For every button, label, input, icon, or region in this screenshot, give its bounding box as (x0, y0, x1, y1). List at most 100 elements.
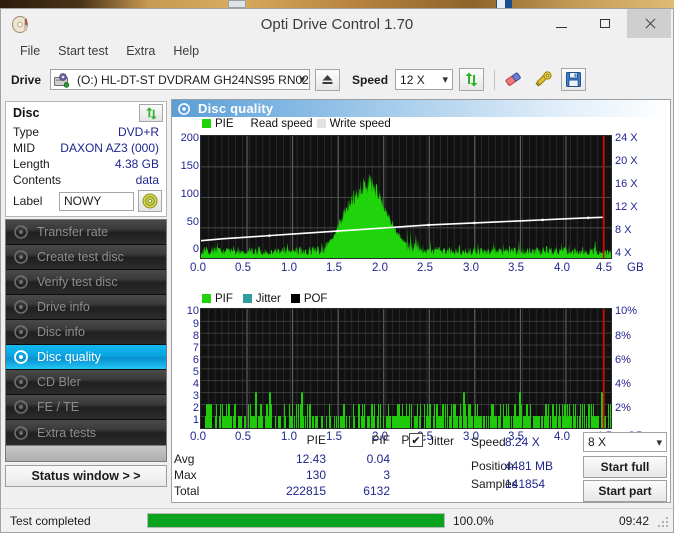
resize-grip[interactable] (658, 517, 669, 528)
disc-icon (14, 425, 30, 440)
legend-label-jitter: Jitter (255, 292, 281, 305)
disc-refresh-button[interactable] (139, 104, 163, 122)
close-icon (644, 18, 655, 29)
minimize-button[interactable] (539, 9, 583, 38)
cd-icon (142, 193, 158, 209)
stats-row-total: Total (174, 484, 200, 498)
nav-list: Transfer rate Create test disc Verify te… (5, 219, 167, 446)
pie-xtick-2: 1.0 (281, 262, 297, 274)
chevron-down-icon: ▾ (442, 74, 449, 86)
disc-row-key: Length (13, 157, 50, 171)
stats-pif-max: 3 (383, 468, 390, 482)
legend-label-pie: PIE (215, 117, 234, 130)
legend-label-pif: PIF (215, 292, 233, 305)
disc-icon (14, 275, 30, 289)
sidebar-item-extra-tests[interactable]: Extra tests (6, 420, 166, 445)
legend-label-write-speed: Write speed (329, 117, 391, 130)
erase-button[interactable] (501, 68, 525, 91)
disc-label-input[interactable]: NOWY (59, 191, 134, 211)
sidebar-item-label: Drive info (37, 300, 90, 314)
start-part-button[interactable]: Start part (583, 480, 667, 502)
start-full-button[interactable]: Start full (583, 456, 667, 478)
pie-ytick-50: 50 (186, 216, 199, 228)
sidebar-item-label: Disc info (37, 325, 85, 339)
stats-row-avg: Avg (174, 452, 195, 466)
disc-label-button[interactable] (138, 190, 162, 212)
stats-pie-avg: 12.43 (295, 452, 326, 466)
sidebar-item-disc-quality[interactable]: Disc quality (6, 345, 166, 370)
disc-row-mid: MID DAXON AZ3 (000) (6, 140, 166, 156)
tools-icon (535, 71, 552, 87)
nav-list-footer (5, 446, 167, 462)
disc-info-panel: Disc Type DVD+R MID DAXON AZ3 (000) Leng… (5, 101, 167, 217)
pie-xtick-8: 4.0 (554, 262, 570, 274)
pie-ytick-200: 200 (180, 132, 199, 144)
drive-icon (54, 73, 70, 88)
pie-xtick-1: 0.5 (235, 262, 251, 274)
menu-item-start-test[interactable]: Start test (49, 42, 117, 60)
disc-row-value: DVD+R (117, 125, 159, 139)
sidebar-item-fe-te[interactable]: FE / TE (6, 395, 166, 420)
sidebar-item-transfer-rate[interactable]: Transfer rate (6, 220, 166, 245)
disc-row-value: data (135, 173, 159, 187)
sidebar-item-disc-info[interactable]: Disc info (6, 320, 166, 345)
disc-row-key: MID (13, 141, 35, 155)
stats-speed-value: 8.24 X (505, 435, 540, 449)
elapsed-time: 09:42 (618, 513, 649, 528)
pie-xtick-0: 0.0 (190, 262, 206, 274)
maximize-button[interactable] (583, 9, 627, 38)
disc-icon (14, 400, 30, 414)
tools-button[interactable] (531, 68, 555, 91)
pie-y2tick-8x: 8 X (615, 224, 632, 236)
disc-label-key: Label (13, 194, 43, 208)
disc-row-value: DAXON AZ3 (000) (60, 141, 159, 155)
status-text: Test completed (10, 513, 91, 528)
disc-row-type: Type DVD+R (6, 124, 166, 140)
refresh-icon (465, 72, 478, 87)
drive-select[interactable]: (O:) HL-DT-ST DVDRAM GH24NS95 RN02 ▾ (50, 69, 311, 90)
pif-chart: PIF Jitter POF 10 9 8 7 6 5 4 3 2 1 10% … (172, 292, 670, 447)
refresh-icon (145, 106, 157, 120)
pie-ytick-0: 0 (192, 243, 199, 255)
chevron-down-icon: ▾ (656, 437, 662, 449)
pie-plot-area (200, 135, 612, 259)
pif-ytick-5: 5 (192, 366, 199, 378)
pie-plot-svg (200, 136, 611, 258)
checkmark-icon: ✔ (411, 434, 421, 447)
disc-icon (14, 300, 30, 314)
test-speed-select[interactable]: 8 X ▾ (583, 432, 667, 452)
sidebar-item-create-test-disc[interactable]: Create test disc (6, 245, 166, 270)
save-icon (566, 72, 582, 87)
refresh-button[interactable] (459, 68, 485, 91)
save-button[interactable] (561, 68, 587, 91)
stats-pie-max: 130 (305, 468, 326, 482)
menu-item-file[interactable]: File (11, 42, 49, 60)
stats-row-max: Max (174, 468, 197, 482)
close-button[interactable] (627, 9, 671, 38)
erase-icon (505, 72, 521, 86)
pif-chart-legend: PIF Jitter POF (172, 292, 670, 305)
status-window-button[interactable]: Status window > > (5, 465, 167, 487)
disc-quality-panel: Disc quality PIE Read speed Write speed … (171, 99, 671, 503)
speed-select[interactable]: 12 X ▾ (395, 69, 454, 90)
toolbar-separator (494, 69, 496, 90)
jitter-checkbox[interactable]: ✔ (409, 433, 423, 447)
stats-pie-total: 222815 (285, 484, 326, 498)
sidebar-item-cd-bler[interactable]: CD Bler (6, 370, 166, 395)
sidebar-item-label: Create test disc (37, 250, 124, 264)
menu-item-help[interactable]: Help (164, 42, 208, 60)
title-bar: Opti Drive Control 1.70 (1, 9, 673, 40)
stats-position-value: 4481 MB (505, 459, 554, 473)
sidebar-item-verify-test-disc[interactable]: Verify test disc (6, 270, 166, 295)
pif-ytick-3: 3 (192, 390, 199, 402)
sidebar-item-drive-info[interactable]: Drive info (6, 295, 166, 320)
eject-button[interactable] (315, 68, 341, 91)
stats-header-pie: PIE (306, 433, 326, 447)
pif-ytick-6: 6 (192, 354, 199, 366)
disc-row-contents: Contents data (6, 172, 166, 188)
legend-swatch-write-speed (316, 119, 326, 128)
minimize-icon (555, 26, 567, 28)
pif-y2tick-8pct: 8% (615, 330, 631, 342)
eject-icon (322, 75, 333, 84)
menu-item-extra[interactable]: Extra (117, 42, 164, 60)
